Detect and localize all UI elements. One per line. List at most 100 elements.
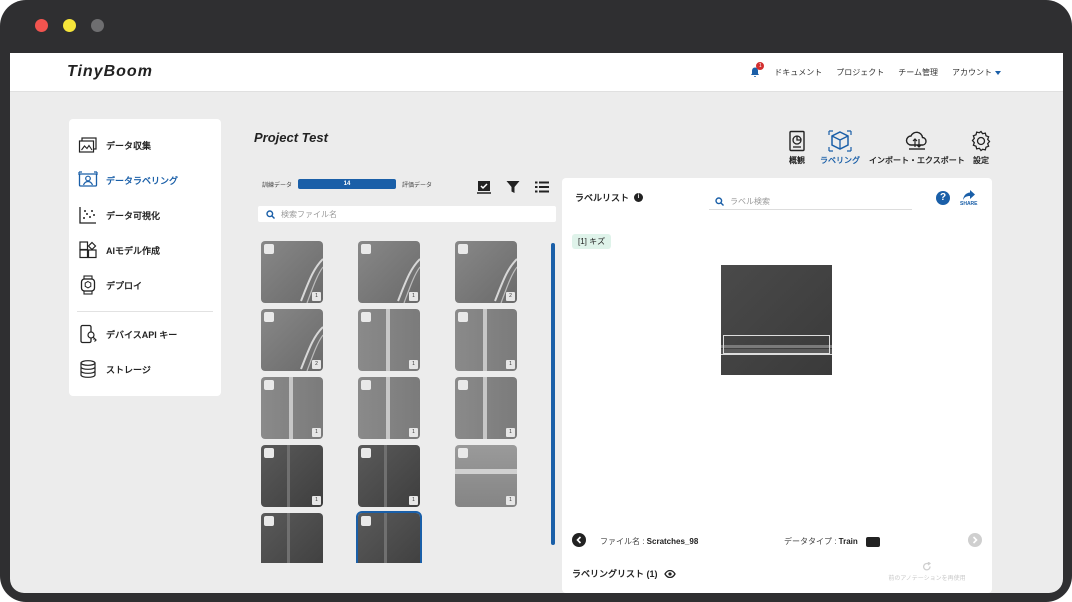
thumbnail-checkbox[interactable]: [458, 448, 468, 458]
thumbnail-checkbox[interactable]: [458, 380, 468, 390]
label-search-input[interactable]: ラベル検索: [709, 194, 912, 210]
redo-icon: [922, 562, 931, 571]
image-thumbnail[interactable]: [356, 511, 422, 563]
image-thumbnail[interactable]: [261, 513, 323, 563]
image-thumbnail[interactable]: 1: [358, 309, 420, 371]
file-search-input[interactable]: 検索ファイル名: [258, 206, 556, 222]
sidebar-item-ai-model[interactable]: AIモデル作成: [78, 239, 160, 261]
data-labeling-icon: [78, 171, 98, 187]
select-all-icon[interactable]: [476, 179, 492, 195]
search-icon: [266, 209, 275, 219]
file-name-meta: ファイル名 : Scratches_98: [600, 536, 698, 547]
image-thumbnail[interactable]: 2: [261, 309, 323, 371]
next-image-button[interactable]: [968, 533, 982, 547]
thumbnail-checkbox[interactable]: [361, 516, 371, 526]
thumbnail-checkbox[interactable]: [361, 312, 371, 322]
thumbnail-checkbox[interactable]: [361, 448, 371, 458]
label-count-badge: 1: [409, 496, 418, 505]
label-search-placeholder: ラベル検索: [730, 197, 770, 206]
tool-labeling[interactable]: ラベリング: [820, 130, 860, 166]
label-count-badge: 1: [409, 360, 418, 369]
image-thumbnail[interactable]: 1: [455, 377, 517, 439]
image-grid: 1 1 2 2 1 1 1 1 1 1 1 1: [258, 239, 548, 563]
tool-overview[interactable]: 概観: [786, 130, 808, 166]
sidebar-item-data-visualization[interactable]: データ可視化: [78, 204, 160, 226]
thumbnail-checkbox[interactable]: [458, 244, 468, 254]
sidebar-item-label: ストレージ: [106, 364, 151, 375]
file-search-placeholder: 検索ファイル名: [281, 209, 337, 219]
reuse-annotation-button[interactable]: 前のアノテーションを再使用: [882, 562, 972, 582]
thumbnail-checkbox[interactable]: [361, 380, 371, 390]
thumbnail-checkbox[interactable]: [264, 312, 274, 322]
sidebar-item-deploy[interactable]: デプロイ: [78, 274, 142, 296]
image-thumbnail[interactable]: 1: [261, 445, 323, 507]
train-count-bar[interactable]: 14: [298, 179, 397, 189]
labeling-box-icon: [828, 130, 852, 152]
image-thumbnail[interactable]: 1: [261, 241, 323, 303]
app-logo[interactable]: TinyBoom: [67, 63, 153, 81]
sidebar-item-label: デバイスAPI キー: [106, 329, 178, 340]
file-name-value: Scratches_98: [646, 537, 699, 546]
sidebar-item-label: デプロイ: [106, 280, 143, 291]
sidebar-item-data-collection[interactable]: データ収集: [78, 134, 151, 156]
image-preview[interactable]: [721, 265, 832, 375]
chevron-left-icon: [576, 536, 582, 544]
reuse-annotation-label: 前のアノテーションを再使用: [888, 576, 966, 582]
nav-account[interactable]: アカウント: [952, 67, 1001, 78]
image-thumbnail[interactable]: 1: [455, 445, 517, 507]
label-count-badge: 1: [506, 360, 515, 369]
thumbnail-checkbox[interactable]: [264, 380, 274, 390]
train-label: 訓練データ: [262, 182, 293, 189]
window-frame: TinyBoom 1 ドキュメント プロジェクト チーム管理 アカウント データ…: [0, 0, 1072, 602]
minimize-dot[interactable]: [63, 19, 76, 32]
sidebar: データ収集 データラベリング データ可視化 AIモデル作成 デプロイ デバイスA…: [69, 119, 221, 396]
caret-down-icon: [995, 70, 1001, 75]
list-view-icon[interactable]: [534, 179, 550, 195]
label-count-badge: 2: [312, 360, 321, 369]
image-thumbnail[interactable]: 2: [455, 241, 517, 303]
page-title: Project Test: [254, 130, 328, 145]
label-count-badge: 1: [312, 428, 321, 437]
grid-scrollbar[interactable]: [551, 243, 555, 545]
tool-label: ラベリング: [820, 156, 860, 165]
image-thumbnail[interactable]: 1: [261, 377, 323, 439]
close-dot[interactable]: [35, 19, 48, 32]
label-count-badge: 1: [409, 292, 418, 301]
eye-icon[interactable]: [663, 569, 676, 578]
nav-documents[interactable]: ドキュメント: [774, 67, 822, 78]
image-thumbnail[interactable]: 1: [358, 241, 420, 303]
thumbnail-checkbox[interactable]: [458, 312, 468, 322]
image-thumbnail[interactable]: 1: [455, 309, 517, 371]
thumbnail-checkbox[interactable]: [264, 244, 274, 254]
info-icon[interactable]: i: [634, 193, 644, 202]
preview-image: [721, 265, 832, 375]
swap-type-icon[interactable]: [865, 536, 880, 547]
nav-team[interactable]: チーム管理: [898, 67, 938, 78]
sidebar-item-device-api-key[interactable]: デバイスAPI キー: [78, 323, 177, 345]
thumbnail-checkbox[interactable]: [264, 448, 274, 458]
data-type-label: データタイプ :: [784, 537, 839, 546]
image-thumbnail[interactable]: 1: [358, 377, 420, 439]
share-button[interactable]: SHARE: [960, 189, 978, 207]
annotation-bbox[interactable]: [723, 335, 830, 354]
thumbnail-checkbox[interactable]: [264, 516, 274, 526]
help-icon[interactable]: ?: [936, 191, 950, 205]
share-arrow-icon: [962, 190, 975, 200]
label-tag[interactable]: [1] キズ: [572, 234, 612, 249]
sidebar-item-data-labeling[interactable]: データラベリング: [78, 169, 178, 191]
sidebar-item-label: データラベリング: [106, 175, 179, 186]
bell-icon[interactable]: 1: [750, 62, 765, 78]
filter-icon[interactable]: [505, 179, 521, 195]
tool-settings[interactable]: 設定: [970, 130, 992, 166]
sidebar-item-storage[interactable]: ストレージ: [78, 358, 151, 380]
thumbnail-checkbox[interactable]: [361, 244, 371, 254]
prev-image-button[interactable]: [572, 533, 586, 547]
tool-import-export[interactable]: インポート・エクスポート: [869, 130, 965, 166]
image-thumbnail[interactable]: 1: [358, 445, 420, 507]
maximize-dot[interactable]: [91, 19, 104, 32]
data-type-value: Train: [838, 537, 858, 546]
label-panel: ラベルリスト i ラベル検索 ? SHARE [1] キズ ファイル名: Sc…: [562, 178, 992, 593]
top-bar: TinyBoom 1 ドキュメント プロジェクト チーム管理 アカウント: [10, 53, 1063, 92]
sidebar-divider: [77, 311, 213, 312]
nav-projects[interactable]: プロジェクト: [836, 67, 884, 78]
